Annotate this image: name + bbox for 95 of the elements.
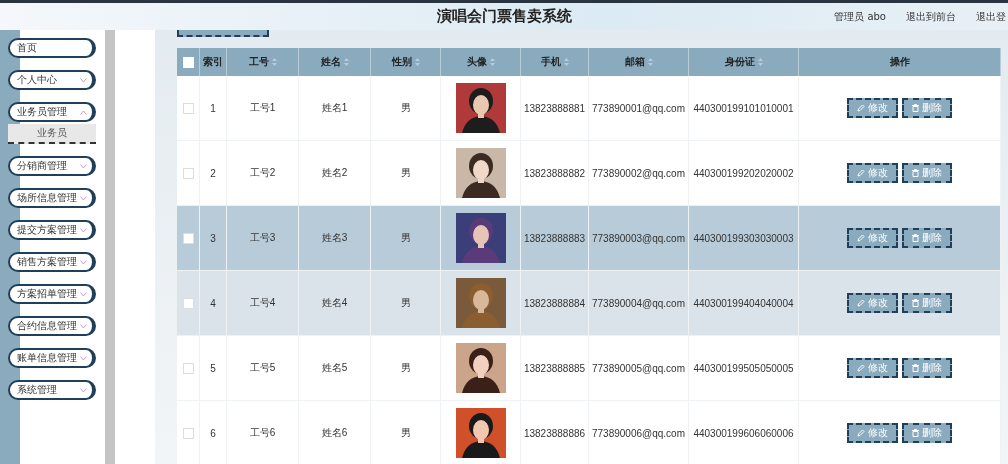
table-cell: 6 bbox=[200, 401, 227, 464]
table-cell: 13823888882 bbox=[521, 141, 589, 206]
row-checkbox[interactable] bbox=[182, 167, 194, 179]
sort-icon bbox=[343, 58, 349, 66]
header-link[interactable]: 退出登 bbox=[976, 9, 1008, 24]
column-header[interactable]: 邮箱 bbox=[589, 48, 689, 76]
table-cell: 13823888885 bbox=[521, 336, 589, 401]
table-cell: 4 bbox=[200, 271, 227, 336]
sort-icon bbox=[757, 58, 763, 66]
column-header[interactable]: 工号 bbox=[227, 48, 299, 76]
table-cell: 5 bbox=[200, 336, 227, 401]
table-cell: 工号5 bbox=[227, 336, 299, 401]
menu-item[interactable]: 分销商管理 bbox=[8, 156, 96, 176]
table-cell: 姓名5 bbox=[299, 336, 371, 401]
menu-item[interactable]: 场所信息管理 bbox=[8, 188, 96, 208]
sort-icon bbox=[647, 58, 653, 66]
trash-icon bbox=[912, 169, 919, 177]
table-cell: 773890005@qq.com bbox=[589, 336, 689, 401]
table-cell: 440300199303030003 bbox=[689, 206, 799, 271]
row-checkbox[interactable] bbox=[182, 297, 194, 309]
menu-item[interactable]: 账单信息管理 bbox=[8, 348, 96, 368]
table-cell: 男 bbox=[371, 206, 441, 271]
table-cell: 13823888886 bbox=[521, 401, 589, 464]
pencil-icon bbox=[857, 429, 865, 437]
trash-icon bbox=[912, 234, 919, 242]
table-cell: 工号1 bbox=[227, 76, 299, 141]
row-checkbox[interactable] bbox=[182, 427, 194, 439]
table-cell: 440300199505050005 bbox=[689, 336, 799, 401]
row-checkbox[interactable] bbox=[182, 102, 194, 114]
table-cell: 男 bbox=[371, 141, 441, 206]
table-cell: 姓名6 bbox=[299, 401, 371, 464]
table-cell: 工号6 bbox=[227, 401, 299, 464]
user-label: 管理员 abo bbox=[834, 9, 886, 24]
menu-item[interactable]: 合约信息管理 bbox=[8, 316, 96, 336]
menu-item[interactable]: 首页 bbox=[8, 38, 96, 58]
table-cell: 773890006@qq.com bbox=[589, 401, 689, 464]
table-cell: 773890003@qq.com bbox=[589, 206, 689, 271]
table-cell: 3 bbox=[200, 206, 227, 271]
table-cell: 440300199404040004 bbox=[689, 271, 799, 336]
trash-icon bbox=[912, 299, 919, 307]
column-header: 操作 bbox=[799, 48, 1001, 76]
pencil-icon bbox=[857, 169, 865, 177]
table-cell: 工号4 bbox=[227, 271, 299, 336]
column-header[interactable]: 姓名 bbox=[299, 48, 371, 76]
column-header[interactable]: 头像 bbox=[441, 48, 521, 76]
sort-icon bbox=[563, 58, 569, 66]
pencil-icon bbox=[857, 104, 865, 112]
table-cell: 男 bbox=[371, 336, 441, 401]
table-cell: 姓名2 bbox=[299, 141, 371, 206]
column-header[interactable]: 性别 bbox=[371, 48, 441, 76]
table-cell: 男 bbox=[371, 401, 441, 464]
toolbar-button[interactable] bbox=[177, 30, 269, 37]
submenu-item[interactable]: 业务员 bbox=[8, 124, 96, 144]
row-checkbox[interactable] bbox=[182, 232, 194, 244]
header-link[interactable]: 退出到前台 bbox=[906, 9, 956, 24]
menu-item[interactable]: 个人中心 bbox=[8, 70, 96, 90]
row-checkbox[interactable] bbox=[182, 362, 194, 374]
table-cell: 1 bbox=[200, 76, 227, 141]
menu-item[interactable]: 业务员管理 bbox=[8, 102, 96, 122]
trash-icon bbox=[912, 104, 919, 112]
table-cell: 773890004@qq.com bbox=[589, 271, 689, 336]
menu-item[interactable]: 方案招单管理 bbox=[8, 284, 96, 304]
menu-item[interactable]: 系统管理 bbox=[8, 380, 96, 400]
pencil-icon bbox=[857, 299, 865, 307]
select-all-checkbox[interactable] bbox=[182, 56, 194, 68]
sort-icon bbox=[489, 58, 495, 66]
table-cell: 13823888883 bbox=[521, 206, 589, 271]
table-cell: 440300199101010001 bbox=[689, 76, 799, 141]
table-cell: 440300199202020002 bbox=[689, 141, 799, 206]
pencil-icon bbox=[857, 364, 865, 372]
menu-item[interactable]: 提交方案管理 bbox=[8, 220, 96, 240]
table-cell: 男 bbox=[371, 271, 441, 336]
pencil-icon bbox=[857, 234, 865, 242]
table-cell: 男 bbox=[371, 76, 441, 141]
trash-icon bbox=[912, 364, 919, 372]
table-cell: 工号3 bbox=[227, 206, 299, 271]
column-header[interactable]: 手机 bbox=[521, 48, 589, 76]
table-cell: 姓名4 bbox=[299, 271, 371, 336]
column-header[interactable]: 身份证 bbox=[689, 48, 799, 76]
table-cell: 工号2 bbox=[227, 141, 299, 206]
app-title: 演唱会门票售卖系统 bbox=[436, 7, 572, 26]
scrollbar[interactable] bbox=[105, 30, 115, 464]
table-cell: 13823888881 bbox=[521, 76, 589, 141]
table-cell: 姓名1 bbox=[299, 76, 371, 141]
table-cell: 姓名3 bbox=[299, 206, 371, 271]
table-cell: 773890002@qq.com bbox=[589, 141, 689, 206]
table-cell: 440300199606060006 bbox=[689, 401, 799, 464]
table-cell: 773890001@qq.com bbox=[589, 76, 689, 141]
menu-item[interactable]: 销售方案管理 bbox=[8, 252, 96, 272]
sort-icon bbox=[271, 58, 277, 66]
sort-icon bbox=[414, 58, 420, 66]
table-cell: 13823888884 bbox=[521, 271, 589, 336]
column-header: 索引 bbox=[200, 48, 227, 76]
trash-icon bbox=[912, 429, 919, 437]
table-cell: 2 bbox=[200, 141, 227, 206]
